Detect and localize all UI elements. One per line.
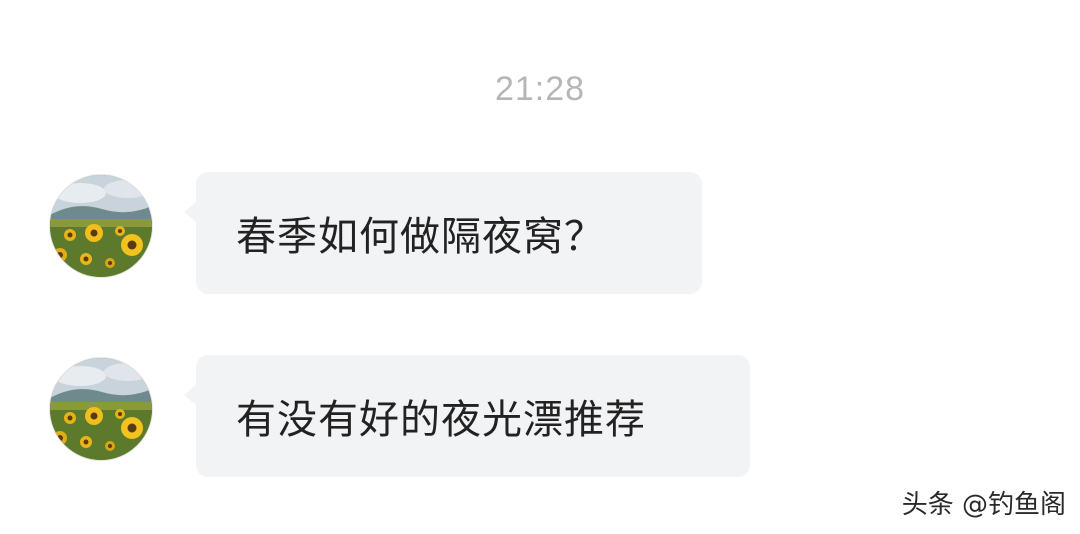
chat-view: 21:28 春季如何做隔夜窝？ 有没有好的夜光漂推荐 头条 @钓鱼阁: [0, 0, 1080, 534]
avatar[interactable]: [49, 174, 153, 278]
bubble-tail: [184, 202, 196, 222]
message-bubble[interactable]: 春季如何做隔夜窝？: [184, 172, 702, 294]
message-text: 春季如何做隔夜窝？: [236, 214, 605, 260]
sunflower-field-icon: [50, 175, 152, 277]
watermark: 头条 @钓鱼阁: [901, 490, 1066, 520]
message-bubble[interactable]: 有没有好的夜光漂推荐: [184, 355, 750, 477]
bubble-tail: [184, 385, 196, 405]
message-text: 有没有好的夜光漂推荐: [236, 397, 646, 443]
message-timestamp: 21:28: [494, 70, 586, 108]
sunflower-field-icon: [50, 358, 152, 460]
avatar[interactable]: [49, 357, 153, 461]
